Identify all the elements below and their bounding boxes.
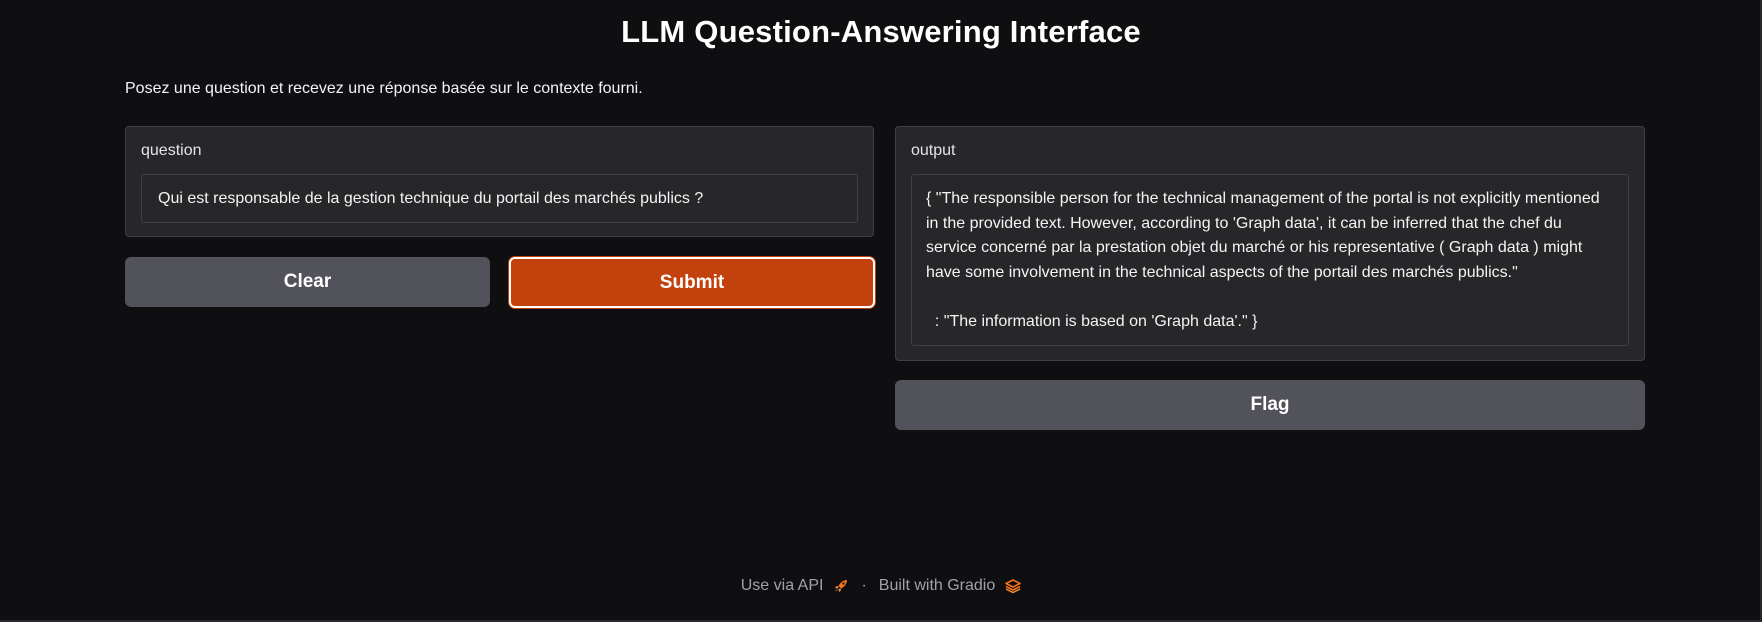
footer: Use via API · Built with Gradio xyxy=(0,577,1762,595)
output-textbox[interactable]: { "The responsible person for the techni… xyxy=(911,174,1629,346)
page-title: LLM Question-Answering Interface xyxy=(621,14,1141,49)
use-via-api-label: Use via API xyxy=(740,577,824,594)
submit-button[interactable]: Submit xyxy=(509,257,875,308)
footer-separator: · xyxy=(861,577,867,594)
output-label: output xyxy=(911,142,956,159)
question-label: question xyxy=(141,142,202,159)
page-description: Posez une question et recevez une répons… xyxy=(125,80,643,97)
clear-button[interactable]: Clear xyxy=(125,257,490,307)
output-panel: output { "The responsible person for the… xyxy=(895,126,1645,361)
use-via-api-link[interactable]: Use via API xyxy=(741,577,850,595)
question-input[interactable] xyxy=(141,174,858,223)
flag-button[interactable]: Flag xyxy=(895,380,1645,430)
rocket-icon xyxy=(833,578,849,594)
question-panel: question xyxy=(125,126,874,237)
gradio-logo-icon xyxy=(1005,578,1022,594)
built-with-gradio-link[interactable]: Built with Gradio xyxy=(879,577,1022,595)
built-with-gradio-label: Built with Gradio xyxy=(878,577,996,594)
